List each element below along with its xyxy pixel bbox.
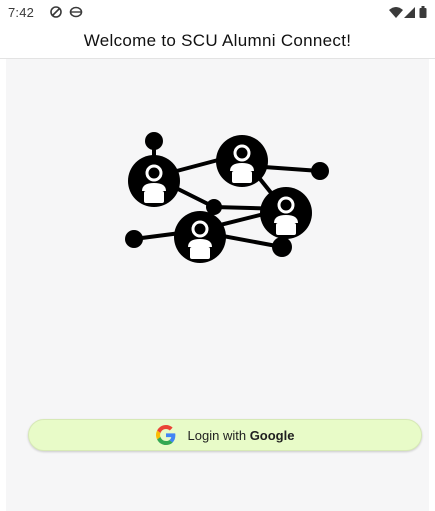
alumni-network-logo [125,132,329,263]
app-screen: 7:42 Welcome to SCU Alumni Connect! Logi… [0,0,435,511]
main-content: Login with Google [6,59,429,511]
no-disturb-icon [48,4,64,20]
login-provider-text: Google [249,427,295,443]
login-prefix-text: Login with [187,427,250,443]
status-time: 7:42 [8,5,35,20]
signal-icon [402,4,418,20]
battery-icon [418,4,428,20]
google-icon [155,425,176,445]
status-bar: 7:42 [0,0,435,26]
login-with-google-button[interactable]: Login with Google [28,419,422,451]
app-bar: Welcome to SCU Alumni Connect! [0,26,435,59]
login-button-label: Login with Google [188,428,295,443]
page-title: Welcome to SCU Alumni Connect! [83,31,352,50]
notification-icon [68,4,84,20]
